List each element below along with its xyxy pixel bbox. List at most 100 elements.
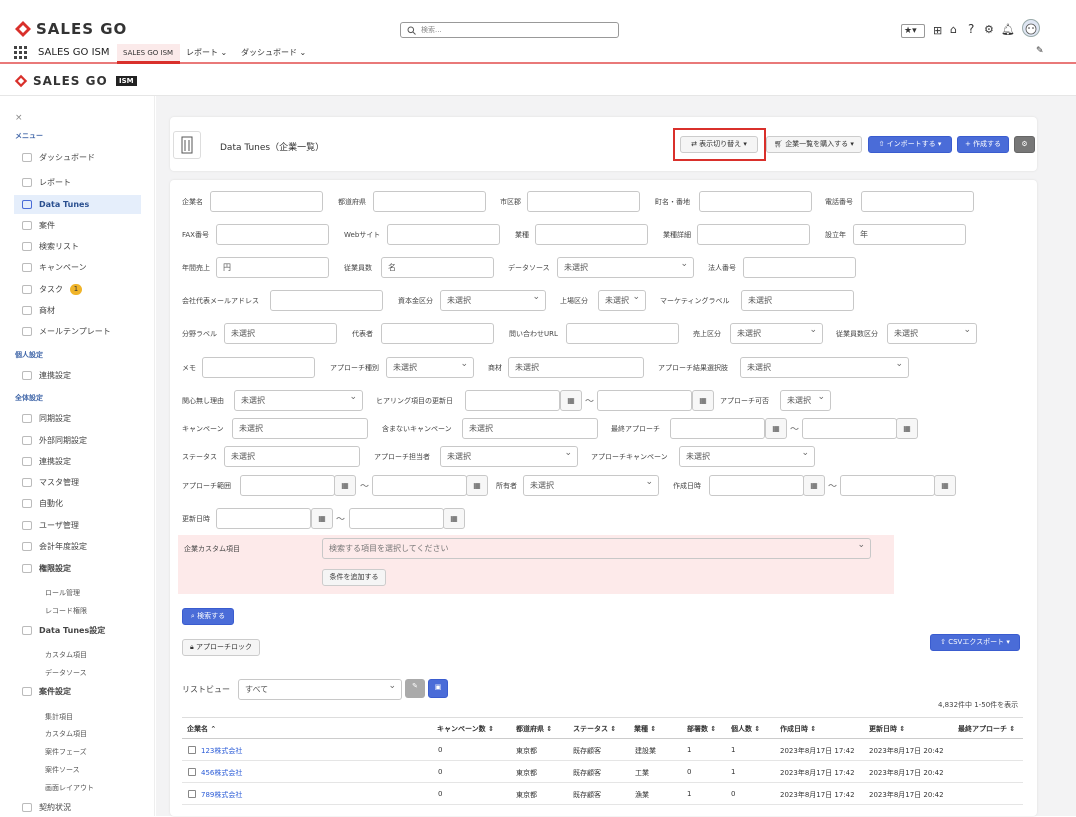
custom-field-select[interactable]: 検索する項目を選択してください (322, 538, 871, 559)
avatar[interactable] (1022, 19, 1040, 37)
row-checkbox[interactable] (188, 746, 196, 754)
memo-input[interactable] (202, 357, 315, 378)
calendar-icon[interactable]: ▦ (934, 475, 956, 496)
employees-input[interactable]: 名 (381, 257, 494, 278)
capital-select[interactable]: 未選択 (440, 290, 546, 311)
approach-flag-select[interactable]: 未選択 (386, 357, 474, 378)
toggle-view-button[interactable]: ⇄ 表示切り替え ▾ (680, 136, 758, 153)
sidebar-item-automation[interactable]: 自動化 (14, 494, 141, 513)
approach-campaign-select[interactable]: 未選択 (679, 446, 815, 467)
save-view-icon[interactable]: ▣ (428, 679, 448, 698)
sidebar-subitem-record-permissions[interactable]: レコード権限 (45, 606, 87, 616)
edit-pencil-icon[interactable]: ✎ (1036, 46, 1044, 56)
sidebar-item-fiscal-year[interactable]: 会計年度設定 (14, 537, 141, 556)
col-header-industry[interactable]: 業種 ⇕ (634, 724, 656, 734)
sidebar-item-mail-template[interactable]: メールテンプレート (14, 322, 141, 341)
contact-url-input[interactable] (566, 323, 679, 344)
company-link[interactable]: 789株式会社 (201, 790, 242, 800)
product-input[interactable]: 未選択 (508, 357, 644, 378)
approach-lock-button[interactable]: 🔒︎ アプローチロック (182, 639, 260, 656)
sidebar-subitem-data-source[interactable]: データソース (45, 668, 87, 678)
global-search-input[interactable]: 検索... (400, 22, 619, 38)
tab-dashboard[interactable]: ダッシュボード ⌄ (241, 47, 306, 58)
approach-range-from-input[interactable] (240, 475, 335, 496)
sidebar-item-search-list[interactable]: 検索リスト (14, 237, 141, 256)
calendar-icon[interactable]: ▦ (803, 475, 825, 496)
col-header-status[interactable]: ステータス ⇕ (573, 724, 616, 734)
created-to-input[interactable] (840, 475, 935, 496)
category-label-input[interactable]: 未選択 (224, 323, 337, 344)
sidebar-item-campaign[interactable]: キャンペーン (14, 258, 141, 277)
col-header-company[interactable]: 企業名 ⌃ (187, 724, 216, 734)
col-header-depts[interactable]: 部署数 ⇕ (687, 724, 716, 734)
representative-input[interactable] (381, 323, 494, 344)
sidebar-subitem-deal-source[interactable]: 案件ソース (45, 765, 80, 775)
sidebar-item-product[interactable]: 商材 (14, 301, 141, 320)
add-icon[interactable]: ⊞ (933, 24, 942, 37)
revenue-input[interactable]: 円 (216, 257, 329, 278)
company-name-input[interactable] (210, 191, 323, 212)
approach-result-select[interactable]: 未選択 (740, 357, 909, 378)
owner-select[interactable]: 未選択 (523, 475, 659, 496)
company-link[interactable]: 123株式会社 (201, 746, 242, 756)
calendar-icon[interactable]: ▦ (311, 508, 333, 529)
approach-range-to-input[interactable] (372, 475, 467, 496)
col-header-updated[interactable]: 更新日時 ⇕ (869, 724, 905, 734)
edit-pencil-icon[interactable]: ✎ (405, 679, 425, 698)
sidebar-item-contract[interactable]: 契約状況 (14, 798, 141, 816)
marketing-label-input[interactable]: 未選択 (741, 290, 854, 311)
help-guide-icon[interactable]: ⌂ (950, 23, 957, 36)
list-view-select[interactable]: すべて (238, 679, 402, 700)
settings-gear-icon[interactable]: ⚙ (1014, 136, 1035, 153)
updated-from-input[interactable] (216, 508, 311, 529)
sidebar-item-integration[interactable]: 連携設定 (14, 452, 141, 471)
sidebar-item-integration-personal[interactable]: 連携設定 (14, 366, 141, 385)
col-header-last-approach[interactable]: 最終アプローチ ⇕ (958, 724, 1015, 734)
calendar-icon[interactable]: ▦ (896, 418, 918, 439)
sidebar-item-data-tunes[interactable]: Data Tunes (14, 195, 141, 214)
sidebar-item-permissions[interactable]: 権限設定 (14, 559, 141, 578)
updated-to-input[interactable] (349, 508, 444, 529)
app-launcher-icon[interactable] (14, 46, 27, 59)
col-header-created[interactable]: 作成日時 ⇕ (780, 724, 816, 734)
city-input[interactable] (527, 191, 640, 212)
employee-class-select[interactable]: 未選択 (887, 323, 977, 344)
col-header-campaigns[interactable]: キャンペーン数 ⇕ (437, 724, 494, 734)
sidebar-item-data-tunes-settings[interactable]: Data Tunes設定 (14, 621, 141, 640)
tab-sales-go-ism[interactable]: SALES GO ISM (117, 44, 180, 64)
listed-select[interactable]: 未選択 (598, 290, 646, 311)
create-button[interactable]: + 作成する (957, 136, 1009, 153)
town-input[interactable] (699, 191, 812, 212)
help-icon[interactable]: ? (968, 22, 974, 36)
hearing-from-input[interactable] (465, 390, 560, 411)
gear-icon[interactable]: ⚙ (984, 23, 994, 36)
sidebar-subitem-aggregate[interactable]: 集計項目 (45, 712, 73, 722)
prefecture-input[interactable] (373, 191, 486, 212)
sidebar-item-users[interactable]: ユーザ管理 (14, 516, 141, 535)
sidebar-subitem-layout[interactable]: 画面レイアウト (45, 783, 94, 793)
created-from-input[interactable] (709, 475, 804, 496)
rep-email-input[interactable] (270, 290, 383, 311)
calendar-icon[interactable]: ▦ (466, 475, 488, 496)
campaign-input[interactable]: 未選択 (232, 418, 368, 439)
import-button[interactable]: ⇧ インポートする ▾ (868, 136, 952, 153)
search-button[interactable]: ⌕ 検索する (182, 608, 234, 625)
no-interest-select[interactable]: 未選択 (234, 390, 363, 411)
phone-input[interactable] (861, 191, 974, 212)
industry-input[interactable] (535, 224, 648, 245)
tab-report[interactable]: レポート ⌄ (186, 47, 227, 58)
row-checkbox[interactable] (188, 768, 196, 776)
last-approach-from-input[interactable] (670, 418, 765, 439)
excluded-campaign-input[interactable]: 未選択 (462, 418, 598, 439)
favorites-star-icon[interactable]: ★▾ (901, 24, 925, 38)
sidebar-item-master[interactable]: マスタ管理 (14, 473, 141, 492)
sidebar-subitem-custom-fields-deal[interactable]: カスタム項目 (45, 729, 87, 739)
corp-number-input[interactable] (743, 257, 856, 278)
sales-class-select[interactable]: 未選択 (730, 323, 823, 344)
sidebar-close-icon[interactable]: × (15, 113, 23, 123)
sidebar-subitem-custom-fields[interactable]: カスタム項目 (45, 650, 87, 660)
status-input[interactable]: 未選択 (224, 446, 360, 467)
calendar-icon[interactable]: ▦ (765, 418, 787, 439)
calendar-icon[interactable]: ▦ (443, 508, 465, 529)
last-approach-to-input[interactable] (802, 418, 897, 439)
